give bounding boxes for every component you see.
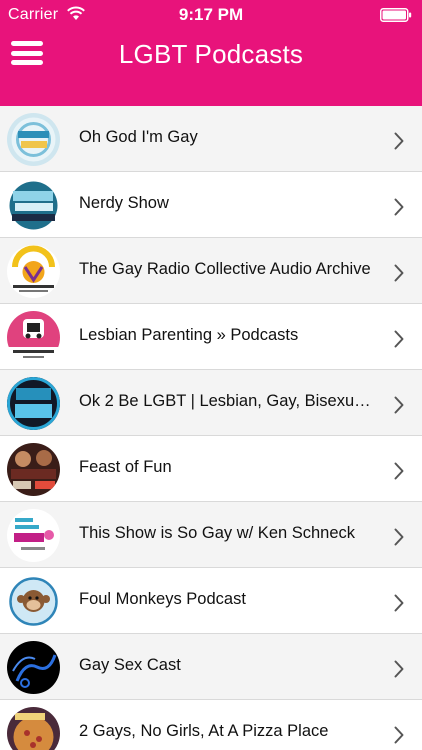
podcast-title: 2 Gays, No Girls, At A Pizza Place [79, 722, 329, 740]
podcast-title: Gay Sex Cast [79, 656, 181, 674]
chevron-right-icon [394, 330, 404, 348]
podcast-row[interactable]: Foul Monkeys Podcast [0, 568, 422, 634]
podcast-row[interactable]: Gay Sex Cast [0, 634, 422, 700]
podcast-row[interactable]: This Show is So Gay w/ Ken Schneck [0, 502, 422, 568]
app-screen: Carrier 9:17 PM LGBT Podcasts Oh God I'm… [0, 0, 422, 750]
podcast-thumbnail [7, 113, 60, 166]
chevron-right-icon [394, 132, 404, 150]
podcast-row[interactable]: The Gay Radio Collective Audio Archive [0, 238, 422, 304]
podcast-list: Oh God I'm Gay Nerdy Show The Gay Radio … [0, 106, 422, 750]
podcast-thumbnail [7, 245, 60, 298]
chevron-right-icon [394, 396, 404, 414]
podcast-row[interactable]: Lesbian Parenting » Podcasts [0, 304, 422, 370]
podcast-thumbnail [7, 443, 60, 496]
podcast-row[interactable]: Oh God I'm Gay [0, 106, 422, 172]
podcast-title: Feast of Fun [79, 458, 172, 476]
podcast-thumbnail [7, 707, 60, 750]
chevron-right-icon [394, 726, 404, 744]
podcast-title: This Show is So Gay w/ Ken Schneck [79, 524, 356, 542]
podcast-thumbnail [7, 509, 60, 562]
chevron-right-icon [394, 198, 404, 216]
podcast-thumbnail [7, 641, 60, 694]
podcast-title: Foul Monkeys Podcast [79, 590, 246, 608]
podcast-thumbnail [7, 179, 60, 232]
podcast-title: Ok 2 Be LGBT | Lesbian, Gay, Bisexual,… [79, 392, 379, 410]
podcast-row[interactable]: Feast of Fun [0, 436, 422, 502]
chevron-right-icon [394, 462, 404, 480]
header: Carrier 9:17 PM LGBT Podcasts [0, 0, 422, 106]
status-time: 9:17 PM [178, 5, 244, 24]
chevron-right-icon [394, 594, 404, 612]
podcast-row[interactable]: 2 Gays, No Girls, At A Pizza Place [0, 700, 422, 750]
chevron-right-icon [394, 528, 404, 546]
podcast-row[interactable]: Nerdy Show [0, 172, 422, 238]
page-title: LGBT Podcasts [118, 39, 304, 69]
nav-bar: LGBT Podcasts [0, 30, 422, 106]
podcast-title: Nerdy Show [79, 194, 169, 212]
podcast-title: Oh God I'm Gay [79, 128, 198, 146]
podcast-thumbnail [7, 311, 60, 364]
status-bar: Carrier 9:17 PM [0, 0, 422, 30]
chevron-right-icon [394, 264, 404, 282]
podcast-title: The Gay Radio Collective Audio Archive [79, 260, 371, 278]
podcast-thumbnail [7, 377, 60, 430]
podcast-title: Lesbian Parenting » Podcasts [79, 326, 299, 344]
chevron-right-icon [394, 660, 404, 678]
podcast-thumbnail [7, 575, 60, 628]
battery-icon [380, 8, 412, 22]
podcast-row[interactable]: Ok 2 Be LGBT | Lesbian, Gay, Bisexual,… [0, 370, 422, 436]
